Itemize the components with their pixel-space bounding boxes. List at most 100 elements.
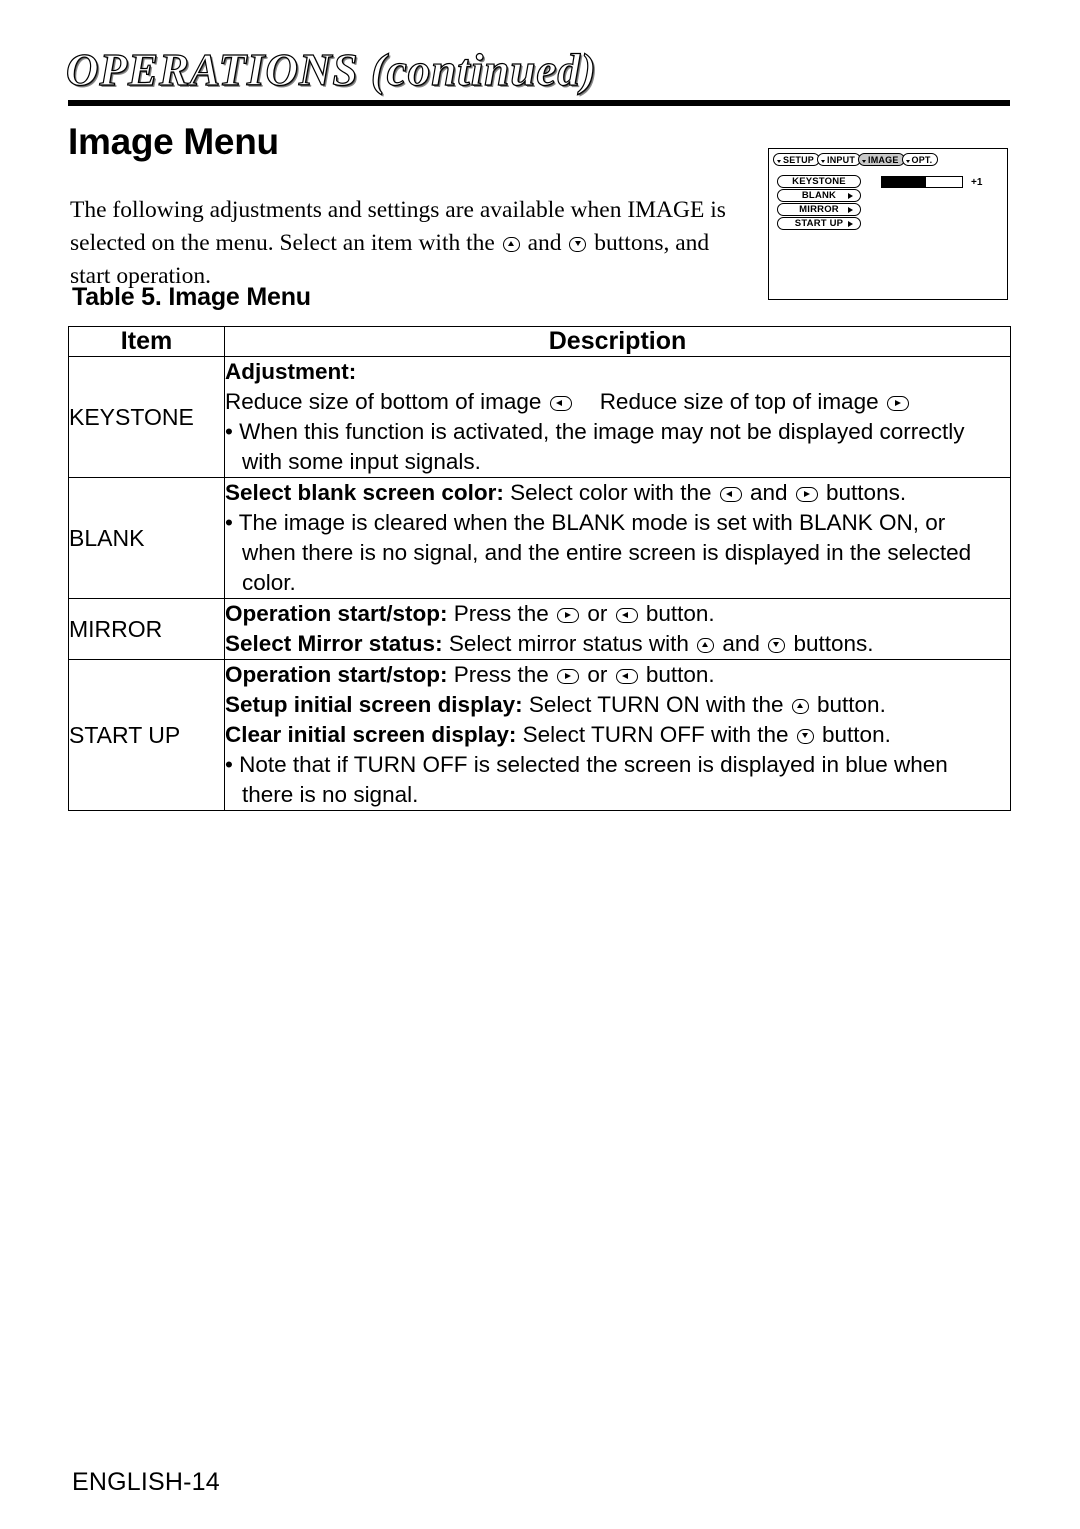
osd-tab-label: SETUP xyxy=(783,154,815,165)
mirror-status-label: Select Mirror status: xyxy=(225,631,443,656)
startup-operation-line: Operation start/stop: Press the or butto… xyxy=(225,660,1010,690)
blank-note-line2: when there is no signal, and the entire … xyxy=(242,540,972,565)
startup-operation-label: Operation start/stop: xyxy=(225,662,448,687)
mirror-operation-text-a: Press the xyxy=(447,601,556,626)
row-item-keystone: KEYSTONE xyxy=(68,356,225,478)
down-button-icon xyxy=(569,236,587,252)
up-button-icon xyxy=(502,236,520,252)
blank-note-line3: color. xyxy=(242,570,296,595)
osd-tab-image[interactable]: IMAGE xyxy=(858,153,905,166)
startup-setup-text-b: button. xyxy=(810,692,886,717)
chevron-right-icon xyxy=(848,206,853,213)
osd-slider-value: +1 xyxy=(971,176,983,188)
blank-select-color-text-b: and xyxy=(743,480,794,505)
row-item-startup: START UP xyxy=(68,659,225,811)
table-row: START UP Operation start/stop: Press the… xyxy=(68,659,1011,811)
osd-item-mirror[interactable]: MIRROR xyxy=(777,203,861,216)
osd-tab-bar: SETUP INPUT IMAGE OPT. xyxy=(773,153,939,166)
left-button-icon xyxy=(719,487,742,502)
page-title: Image Menu xyxy=(68,121,279,162)
mirror-status-text-b: and xyxy=(716,631,767,656)
startup-clear-label: Clear initial screen display: xyxy=(225,722,517,747)
up-button-icon xyxy=(697,638,715,653)
startup-clear-text-a: Select TURN OFF with the xyxy=(516,722,795,747)
startup-note-line1: • Note that if TURN OFF is selected the … xyxy=(225,752,948,777)
startup-operation-text-a: Press the xyxy=(447,662,556,687)
row-item-blank: BLANK xyxy=(68,477,225,599)
row-description-keystone: Adjustment: Reduce size of bottom of ima… xyxy=(224,356,1011,478)
osd-tab-label: IMAGE xyxy=(868,154,899,165)
document-page: OPERATIONS (continued) Image Menu The fo… xyxy=(0,0,1080,1529)
caret-down-icon xyxy=(905,160,910,163)
image-menu-table: Item Description KEYSTONE Adjustment: Re… xyxy=(68,326,1011,811)
osd-tab-label: INPUT xyxy=(827,154,856,165)
blank-select-color-label: Select blank screen color: xyxy=(225,480,504,505)
keystone-reduce-bottom-text: Reduce size of bottom of image xyxy=(225,389,542,414)
startup-operation-text-c: button. xyxy=(639,662,715,687)
osd-item-keystone[interactable]: KEYSTONE xyxy=(777,175,861,188)
mirror-status-text-a: Select mirror status with xyxy=(442,631,696,656)
intro-paragraph: The following adjustments and settings a… xyxy=(70,194,730,293)
keystone-note-line1: • When this function is activated, the i… xyxy=(225,419,965,444)
osd-tab-input[interactable]: INPUT xyxy=(817,153,862,166)
osd-screenshot: SETUP INPUT IMAGE OPT. KEYSTONE BLANK MI… xyxy=(768,148,1008,300)
row-item-mirror: MIRROR xyxy=(68,598,225,660)
table-caption: Table 5. Image Menu xyxy=(72,283,311,311)
blank-select-color-text-c: buttons. xyxy=(819,480,907,505)
left-button-icon xyxy=(549,396,572,411)
chevron-right-icon xyxy=(848,220,853,227)
startup-operation-text-b: or xyxy=(581,662,614,687)
osd-tab-opt[interactable]: OPT. xyxy=(901,153,939,166)
mirror-status-line: Select Mirror status: Select mirror stat… xyxy=(225,629,1010,659)
left-button-icon xyxy=(615,669,638,684)
mirror-operation-label: Operation start/stop: xyxy=(225,601,448,626)
left-button-icon xyxy=(615,608,638,623)
table-row: KEYSTONE Adjustment: Reduce size of bott… xyxy=(68,356,1011,478)
keystone-adjustment-label: Adjustment: xyxy=(225,359,357,384)
down-button-icon xyxy=(796,729,814,744)
table-row: BLANK Select blank screen color: Select … xyxy=(68,477,1011,599)
osd-tab-label: OPT. xyxy=(911,154,933,165)
osd-item-label: START UP xyxy=(794,218,844,229)
page-footer: ENGLISH-14 xyxy=(72,1468,220,1496)
caret-down-icon xyxy=(777,160,781,163)
column-header-description: Description xyxy=(224,326,1011,357)
table-header-row: Item Description xyxy=(68,326,1011,357)
row-description-blank: Select blank screen color: Select color … xyxy=(224,477,1011,599)
row-description-startup: Operation start/stop: Press the or butto… xyxy=(224,659,1011,811)
blank-select-color-line: Select blank screen color: Select color … xyxy=(225,478,1010,508)
column-header-item: Item xyxy=(68,326,225,357)
osd-item-blank[interactable]: BLANK xyxy=(777,189,861,202)
right-button-icon xyxy=(557,608,580,623)
caret-down-icon xyxy=(862,160,867,163)
keystone-note-line2: with some input signals. xyxy=(242,449,481,474)
intro-text-part2: and xyxy=(521,229,568,256)
mirror-operation-text-b: or xyxy=(581,601,614,626)
header-rule xyxy=(68,100,1010,106)
osd-item-startup[interactable]: START UP xyxy=(777,217,861,230)
row-description-mirror: Operation start/stop: Press the or butto… xyxy=(224,598,1011,660)
osd-tab-setup[interactable]: SETUP xyxy=(773,153,821,166)
startup-setup-line: Setup initial screen display: Select TUR… xyxy=(225,690,1010,720)
osd-item-label: BLANK xyxy=(801,190,837,201)
startup-note-line2: there is no signal. xyxy=(242,782,419,807)
osd-slider-track[interactable] xyxy=(881,176,963,188)
osd-slider-fill xyxy=(882,177,926,187)
osd-menu-list: KEYSTONE BLANK MIRROR START UP xyxy=(777,175,861,231)
caret-down-icon xyxy=(821,160,826,163)
osd-keystone-slider[interactable]: +1 xyxy=(881,176,982,188)
osd-item-label: KEYSTONE xyxy=(792,176,846,187)
down-button-icon xyxy=(768,638,786,653)
right-button-icon xyxy=(886,396,909,411)
keystone-reduce-top-text: Reduce size of top of image xyxy=(599,389,879,414)
table-row: MIRROR Operation start/stop: Press the o… xyxy=(68,598,1011,660)
chapter-title: OPERATIONS (continued) xyxy=(65,44,597,95)
blank-note-line1: • The image is cleared when the BLANK mo… xyxy=(225,510,946,535)
startup-clear-line: Clear initial screen display: Select TUR… xyxy=(225,720,1010,750)
blank-select-color-text-a: Select color with the xyxy=(503,480,718,505)
startup-clear-text-b: button. xyxy=(815,722,891,747)
startup-setup-label: Setup initial screen display: xyxy=(225,692,523,717)
osd-item-label: MIRROR xyxy=(799,204,839,215)
chevron-right-icon xyxy=(848,192,853,199)
keystone-adjust-line: Reduce size of bottom of image Reduce si… xyxy=(225,387,1010,417)
